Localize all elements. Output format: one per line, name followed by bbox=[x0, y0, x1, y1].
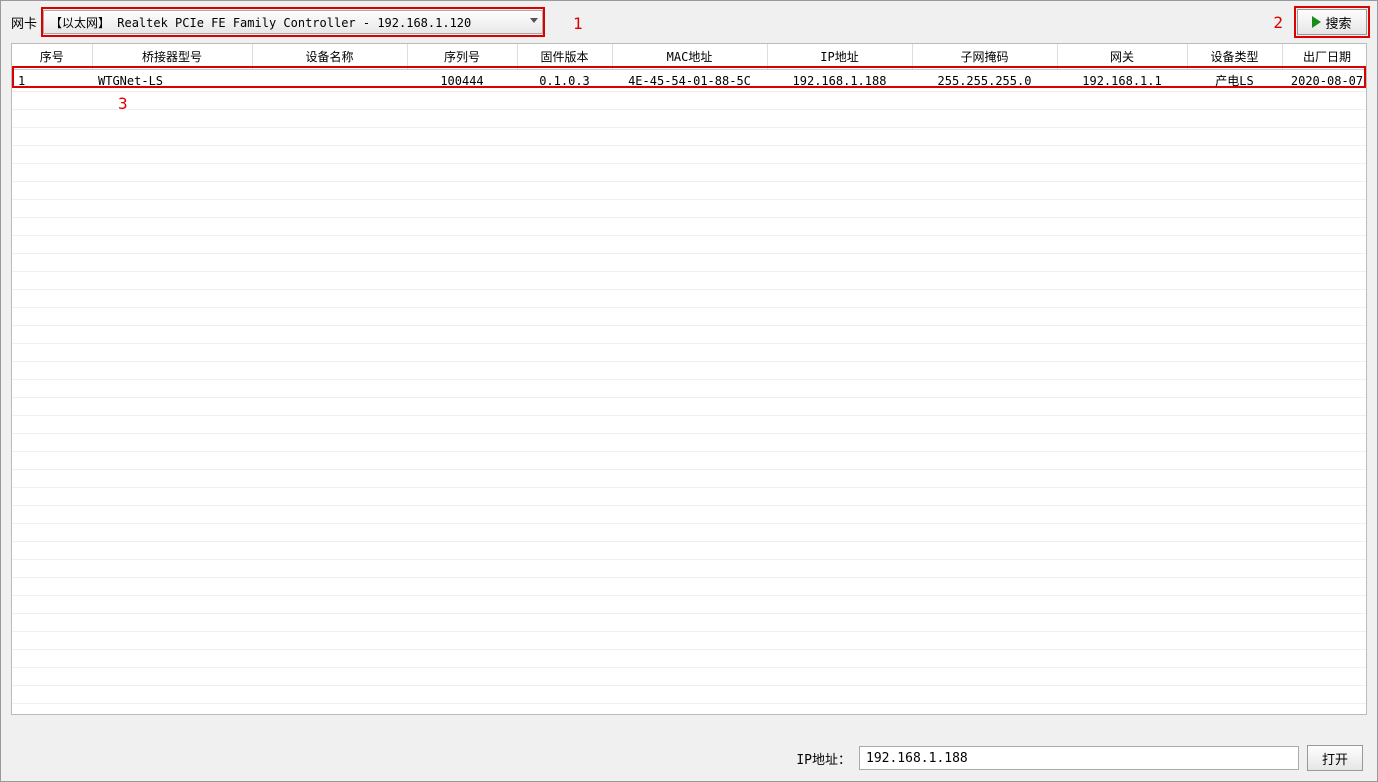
table-row bbox=[12, 128, 1367, 146]
nic-label: 网卡 bbox=[11, 13, 37, 32]
table-row bbox=[12, 668, 1367, 686]
table-row bbox=[12, 578, 1367, 596]
table-row bbox=[12, 542, 1367, 560]
table-row bbox=[12, 416, 1367, 434]
table-row bbox=[12, 290, 1367, 308]
col-mask[interactable]: 子网掩码 bbox=[912, 44, 1057, 70]
table-row bbox=[12, 236, 1367, 254]
table-header-row: 序号 桥接器型号 设备名称 序列号 固件版本 MAC地址 IP地址 子网掩码 网… bbox=[12, 44, 1367, 70]
table-row bbox=[12, 344, 1367, 362]
table-row bbox=[12, 380, 1367, 398]
table-row bbox=[12, 164, 1367, 182]
table-row bbox=[12, 524, 1367, 542]
nic-dropdown[interactable]: 【以太网】 Realtek PCIe FE Family Controller … bbox=[43, 10, 543, 34]
ip-label: IP地址： bbox=[796, 749, 851, 768]
table-row bbox=[12, 452, 1367, 470]
table-row bbox=[12, 398, 1367, 416]
cell-firmware: 0.1.0.3 bbox=[517, 70, 612, 92]
cell-serial: 100444 bbox=[407, 70, 517, 92]
annotation-label-2: 2 bbox=[1273, 13, 1283, 32]
table-row bbox=[12, 632, 1367, 650]
table-row bbox=[12, 92, 1367, 110]
top-bar: 网卡 【以太网】 Realtek PCIe FE Family Controll… bbox=[1, 1, 1377, 43]
table-row bbox=[12, 218, 1367, 236]
col-type[interactable]: 设备类型 bbox=[1187, 44, 1282, 70]
col-serial[interactable]: 序列号 bbox=[407, 44, 517, 70]
table-row bbox=[12, 362, 1367, 380]
table-row bbox=[12, 272, 1367, 290]
nic-dropdown-value: 【以太网】 Realtek PCIe FE Family Controller … bbox=[50, 14, 471, 31]
annotation-label-1: 1 bbox=[573, 14, 583, 33]
table-row bbox=[12, 596, 1367, 614]
col-model[interactable]: 桥接器型号 bbox=[92, 44, 252, 70]
cell-ip: 192.168.1.188 bbox=[767, 70, 912, 92]
search-button-label: 搜索 bbox=[1325, 13, 1351, 32]
cell-type: 产电LS bbox=[1187, 70, 1282, 92]
play-icon bbox=[1312, 16, 1321, 28]
table-row bbox=[12, 110, 1367, 128]
open-button[interactable]: 打开 bbox=[1307, 745, 1363, 771]
bottom-bar: IP地址： 打开 bbox=[796, 745, 1363, 771]
chevron-down-icon bbox=[530, 18, 538, 23]
table-row bbox=[12, 614, 1367, 632]
col-gateway[interactable]: 网关 bbox=[1057, 44, 1187, 70]
cell-date: 2020-08-07 bbox=[1282, 70, 1367, 92]
ip-address-input[interactable] bbox=[859, 746, 1299, 770]
table-row bbox=[12, 146, 1367, 164]
table-row bbox=[12, 182, 1367, 200]
cell-mask: 255.255.255.0 bbox=[912, 70, 1057, 92]
table-row bbox=[12, 308, 1367, 326]
table-row bbox=[12, 686, 1367, 704]
table-row bbox=[12, 434, 1367, 452]
cell-mac: 4E-45-54-01-88-5C bbox=[612, 70, 767, 92]
cell-model: WTGNet-LS bbox=[92, 70, 252, 92]
table-row bbox=[12, 254, 1367, 272]
table-row[interactable]: 1 WTGNet-LS 100444 0.1.0.3 4E-45-54-01-8… bbox=[12, 70, 1367, 92]
cell-gateway: 192.168.1.1 bbox=[1057, 70, 1187, 92]
table-row bbox=[12, 560, 1367, 578]
device-table: 序号 桥接器型号 设备名称 序列号 固件版本 MAC地址 IP地址 子网掩码 网… bbox=[12, 44, 1367, 704]
col-device-name[interactable]: 设备名称 bbox=[252, 44, 407, 70]
table-row bbox=[12, 488, 1367, 506]
table-row bbox=[12, 326, 1367, 344]
col-firmware[interactable]: 固件版本 bbox=[517, 44, 612, 70]
table-row bbox=[12, 200, 1367, 218]
table-row bbox=[12, 506, 1367, 524]
col-ip[interactable]: IP地址 bbox=[767, 44, 912, 70]
app-window: 网卡 【以太网】 Realtek PCIe FE Family Controll… bbox=[0, 0, 1378, 782]
search-button[interactable]: 搜索 bbox=[1297, 9, 1367, 35]
table-row bbox=[12, 470, 1367, 488]
table-row bbox=[12, 650, 1367, 668]
cell-device-name bbox=[252, 70, 407, 92]
device-table-container: 序号 桥接器型号 设备名称 序列号 固件版本 MAC地址 IP地址 子网掩码 网… bbox=[11, 43, 1367, 715]
col-index[interactable]: 序号 bbox=[12, 44, 92, 70]
col-date[interactable]: 出厂日期 bbox=[1282, 44, 1367, 70]
col-mac[interactable]: MAC地址 bbox=[612, 44, 767, 70]
cell-index: 1 bbox=[12, 70, 92, 92]
